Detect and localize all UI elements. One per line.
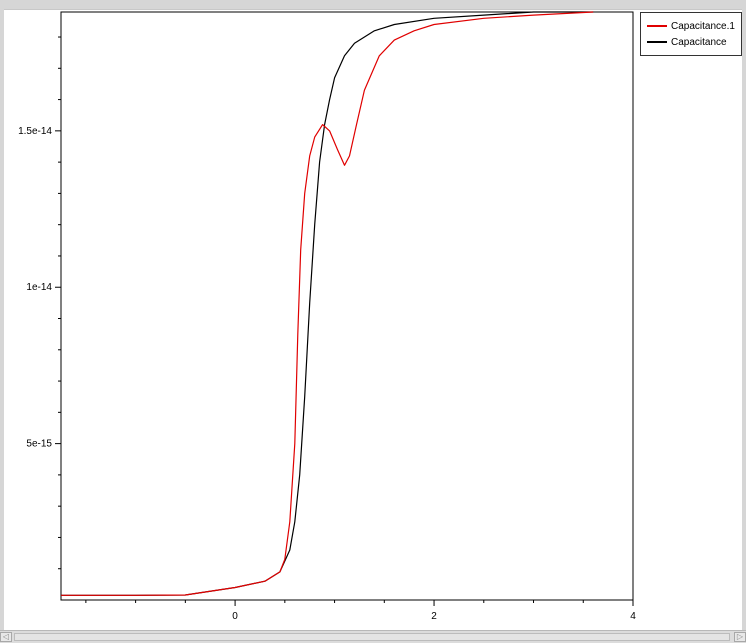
plot-area [60,11,634,601]
legend-item: Capacitance.1 [647,19,735,33]
scrollbar-thumb[interactable] [14,633,730,641]
scroll-left-arrow-icon[interactable]: ◁ [0,632,12,642]
legend-label: Capacitance [671,36,727,48]
horizontal-scrollbar[interactable]: ◁ ▷ [0,630,746,643]
x-tick-label: 0 [232,611,238,622]
x-tick-label: 2 [431,611,437,622]
y-axis-ticks: 5e-15 1e-14 1.5e-14 [18,36,61,570]
capacitance-chart: 5e-15 1e-14 1.5e-14 0 2 4 [18,11,636,622]
x-tick-label: 4 [630,611,636,622]
y-tick-label: 1e-14 [26,282,52,293]
x-axis-ticks: 0 2 4 [85,600,636,622]
scroll-right-arrow-icon[interactable]: ▷ [734,632,746,642]
legend-swatch-capacitance [647,41,667,43]
y-tick-label: 5e-15 [26,439,52,450]
legend: Capacitance.1 Capacitance [640,12,742,56]
y-tick-label: 1.5e-14 [18,126,52,137]
legend-item: Capacitance [647,35,727,49]
legend-swatch-capacitance-1 [647,25,667,27]
legend-label: Capacitance.1 [671,20,735,32]
